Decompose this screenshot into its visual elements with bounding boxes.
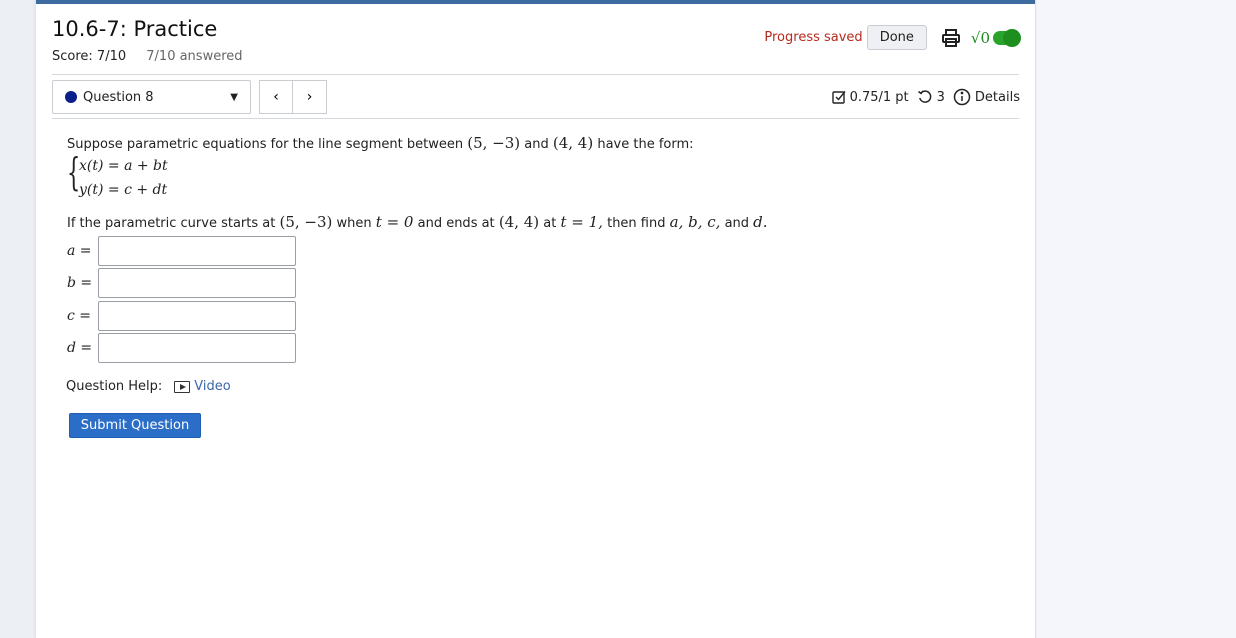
instr-vars: a, b, c, bbox=[669, 213, 721, 231]
info-icon[interactable] bbox=[953, 88, 971, 106]
instr-f: and bbox=[724, 216, 750, 231]
math-display-label: √0 bbox=[970, 28, 990, 47]
field-row-a: a = bbox=[67, 236, 296, 266]
question-instruction: If the parametric curve starts at (5, −3… bbox=[67, 213, 768, 231]
instr-t1: t = 1, bbox=[560, 213, 603, 231]
math-display-toggle[interactable] bbox=[993, 28, 1021, 47]
instr-c: and ends at bbox=[417, 216, 495, 231]
question-nav: ‹ › bbox=[259, 80, 327, 114]
next-question-button[interactable]: › bbox=[293, 80, 327, 114]
retry-icon[interactable] bbox=[917, 89, 933, 105]
checkbox-icon bbox=[831, 91, 846, 104]
field-row-b: b = bbox=[67, 268, 296, 298]
submit-question-button[interactable]: Submit Question bbox=[69, 413, 201, 438]
video-icon[interactable] bbox=[174, 380, 191, 393]
points-text: 0.75/1 pt bbox=[849, 89, 909, 105]
intro-post: have the form: bbox=[597, 137, 694, 152]
instr-a: If the parametric curve starts at bbox=[67, 216, 276, 231]
answer-input-c[interactable] bbox=[98, 301, 296, 331]
question-meta: 0.75/1 pt 3 Details bbox=[831, 88, 1020, 106]
video-link[interactable]: Video bbox=[194, 379, 230, 394]
equation-x: x(t) = a + bt bbox=[79, 158, 168, 174]
progress-status: Progress saved bbox=[764, 30, 863, 45]
page-margin bbox=[0, 0, 36, 638]
instr-d: at bbox=[543, 216, 557, 231]
print-icon[interactable] bbox=[941, 28, 961, 48]
question-select-label: Question 8 bbox=[83, 89, 154, 105]
prev-question-button[interactable]: ‹ bbox=[259, 80, 293, 114]
question-help: Question Help: Video bbox=[66, 379, 231, 394]
answer-input-d[interactable] bbox=[98, 333, 296, 363]
details-link[interactable]: Details bbox=[975, 90, 1020, 105]
score-text: Score: 7/10 bbox=[52, 49, 127, 64]
instr-e: then find bbox=[607, 216, 666, 231]
field-row-c: c = bbox=[67, 301, 296, 331]
help-label: Question Help: bbox=[66, 379, 163, 394]
retries-count: 3 bbox=[936, 89, 945, 105]
point-2: (4, 4) bbox=[552, 134, 594, 152]
answer-input-b[interactable] bbox=[98, 268, 296, 298]
question-select[interactable]: Question 8 ▼ bbox=[52, 80, 251, 114]
instr-b: when bbox=[336, 216, 372, 231]
instr-point-2: (4, 4) bbox=[498, 213, 540, 231]
answered-text: 7/10 answered bbox=[146, 49, 243, 64]
top-bar bbox=[36, 0, 1035, 4]
done-button[interactable]: Done bbox=[866, 25, 927, 50]
divider-top bbox=[52, 74, 1019, 75]
field-label-a: a = bbox=[67, 243, 92, 259]
equation-system: { x(t) = a + bt y(t) = c + dt bbox=[67, 150, 1007, 202]
score-row: Score: 7/10 7/10 answered bbox=[52, 49, 243, 64]
answer-input-a[interactable] bbox=[98, 236, 296, 266]
header-actions: Progress saved Done √0 bbox=[764, 25, 1021, 50]
question-text: Suppose parametric equations for the lin… bbox=[67, 134, 1007, 202]
instr-dvar: d. bbox=[753, 213, 768, 231]
field-label-d: d = bbox=[67, 340, 93, 356]
point-1: (5, −3) bbox=[467, 134, 521, 152]
instr-t0: t = 0 bbox=[375, 213, 414, 231]
equation-y: y(t) = c + dt bbox=[79, 182, 168, 198]
question-intro: Suppose parametric equations for the lin… bbox=[67, 134, 1007, 152]
status-dot-icon bbox=[65, 91, 77, 103]
intro-text: Suppose parametric equations for the lin… bbox=[67, 137, 464, 152]
field-label-c: c = bbox=[67, 308, 92, 324]
brace-symbol: { bbox=[67, 150, 81, 194]
field-label-b: b = bbox=[67, 275, 93, 291]
question-panel: 10.6-7: Practice Score: 7/10 7/10 answer… bbox=[36, 0, 1036, 638]
page-title: 10.6-7: Practice bbox=[52, 17, 218, 41]
divider-bottom bbox=[52, 118, 1019, 119]
intro-and: and bbox=[524, 137, 549, 152]
caret-down-icon: ▼ bbox=[230, 91, 238, 103]
instr-point-1: (5, −3) bbox=[279, 213, 333, 231]
field-row-d: d = bbox=[67, 333, 296, 363]
